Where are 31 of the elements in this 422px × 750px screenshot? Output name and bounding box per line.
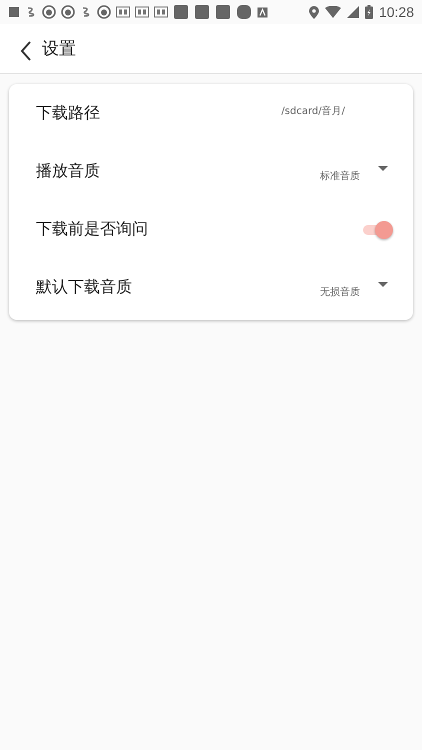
- caret-icon[interactable]: [378, 282, 388, 288]
- notification-icon: [215, 4, 231, 20]
- notification-icon: [97, 5, 111, 19]
- setting-value[interactable]: /sdcard/音月/: [281, 104, 345, 118]
- back-icon[interactable]: [20, 40, 32, 60]
- signal-icon: [346, 6, 359, 18]
- toggle-switch[interactable]: [361, 219, 393, 239]
- notification-icon: [154, 6, 168, 18]
- caret-icon[interactable]: [378, 166, 388, 172]
- notification-icon: [257, 6, 268, 18]
- notification-icon: [80, 6, 92, 18]
- notification-icon: [61, 5, 75, 19]
- setting-label: 播放音质: [36, 160, 100, 182]
- setting-label: 下载路径: [36, 102, 100, 124]
- quality-dropdown[interactable]: 无损音质: [315, 275, 393, 299]
- notification-icon: [116, 6, 130, 18]
- page-title: 设置: [42, 38, 76, 60]
- setting-label: 下载前是否询问: [36, 218, 148, 240]
- quality-dropdown[interactable]: 标准音质: [315, 159, 393, 183]
- setting-label: 默认下载音质: [36, 276, 132, 298]
- location-icon: [308, 6, 319, 18]
- notification-icon: [194, 4, 210, 20]
- notification-icon: [42, 5, 56, 19]
- notification-icon: [8, 6, 20, 18]
- notification-icon: [173, 4, 189, 20]
- battery-icon: [364, 5, 373, 19]
- notification-icon: [135, 6, 149, 18]
- clock-time: 10:28: [378, 4, 414, 20]
- notification-icon: [236, 4, 252, 20]
- wifi-icon: [324, 6, 341, 18]
- notification-icon: [25, 6, 37, 18]
